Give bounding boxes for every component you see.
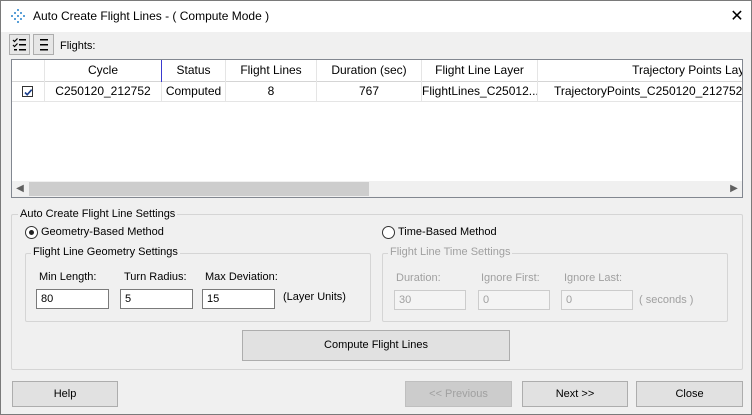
time-settings-group [382, 253, 728, 322]
geometry-settings-group [25, 253, 371, 322]
geometry-method-radio[interactable] [25, 226, 38, 239]
ignore-last-label: Ignore Last: [564, 272, 623, 284]
duration-label: Duration: [396, 272, 441, 284]
layer-units-label: (Layer Units) [283, 291, 346, 303]
list-icon [40, 39, 48, 51]
row-checkbox[interactable] [22, 86, 33, 97]
ignore-first-input[interactable]: 0 [478, 290, 550, 310]
min-length-input[interactable]: 80 [36, 289, 109, 309]
time-method-label[interactable]: Time-Based Method [398, 226, 497, 238]
scroll-left-icon[interactable]: ◀ [12, 181, 28, 197]
header-duration[interactable]: Duration (sec) [317, 60, 422, 82]
cell-cycle[interactable]: C250120_212752 [45, 82, 162, 102]
header-flight-line-layer[interactable]: Flight Line Layer [422, 60, 538, 82]
ignore-first-label: Ignore First: [481, 272, 540, 284]
geometry-settings-title: Flight Line Geometry Settings [31, 246, 180, 258]
cell-flight-line-layer[interactable]: FlightLines_C25012... [422, 82, 538, 102]
close-icon[interactable]: ✕ [723, 3, 751, 30]
settings-group-title: Auto Create Flight Line Settings [18, 208, 178, 220]
time-method-radio[interactable] [382, 226, 395, 239]
next-button[interactable]: Next >> [522, 381, 628, 407]
help-button[interactable]: Help [12, 381, 118, 407]
header-cycle[interactable]: Cycle [45, 60, 162, 82]
min-length-label: Min Length: [39, 271, 97, 283]
flights-label: Flights: [60, 40, 96, 52]
max-deviation-input[interactable]: 15 [202, 289, 275, 309]
cell-trajectory-points-layer[interactable]: TrajectoryPoints_C250120_212752_13 [538, 82, 742, 102]
cell-duration[interactable]: 767 [317, 82, 422, 102]
turn-radius-input[interactable]: 5 [120, 289, 193, 309]
header-status[interactable]: Status [162, 60, 226, 82]
header-trajectory-points-layer[interactable]: Trajectory Points Layer [538, 60, 742, 82]
check-all-button[interactable] [9, 34, 30, 55]
row-check-cell[interactable] [12, 82, 45, 102]
max-deviation-label: Max Deviation: [205, 271, 278, 283]
header-flight-lines[interactable]: Flight Lines [226, 60, 317, 82]
scroll-right-icon[interactable]: ▶ [726, 181, 742, 197]
header-check [12, 60, 45, 82]
horizontal-scrollbar[interactable]: ◀ ▶ [12, 181, 742, 197]
compute-flight-lines-button[interactable]: Compute Flight Lines [242, 330, 510, 361]
app-icon [10, 9, 26, 25]
checkmark-icon [24, 89, 33, 96]
window-title: Auto Create Flight Lines - ( Compute Mod… [33, 9, 270, 23]
uncheck-all-button[interactable] [33, 34, 54, 55]
grid-header: Cycle Status Flight Lines Duration (sec)… [12, 60, 742, 82]
table-row[interactable]: C250120_212752 Computed 8 767 FlightLine… [12, 82, 742, 102]
seconds-label: ( seconds ) [639, 294, 694, 306]
duration-input[interactable]: 30 [394, 290, 466, 310]
scroll-thumb[interactable] [29, 182, 369, 196]
title-bar: Auto Create Flight Lines - ( Compute Mod… [1, 1, 751, 32]
close-button[interactable]: Close [636, 381, 743, 407]
dialog-window: Auto Create Flight Lines - ( Compute Mod… [0, 0, 752, 415]
ignore-last-input[interactable]: 0 [561, 290, 633, 310]
checklist-icon [12, 38, 26, 51]
flights-grid[interactable]: Cycle Status Flight Lines Duration (sec)… [11, 59, 743, 198]
previous-button[interactable]: << Previous [405, 381, 512, 407]
turn-radius-label: Turn Radius: [124, 271, 187, 283]
time-settings-title: Flight Line Time Settings [388, 246, 513, 258]
cell-status[interactable]: Computed [162, 82, 226, 102]
geometry-method-label[interactable]: Geometry-Based Method [41, 226, 164, 238]
cell-flight-lines[interactable]: 8 [226, 82, 317, 102]
